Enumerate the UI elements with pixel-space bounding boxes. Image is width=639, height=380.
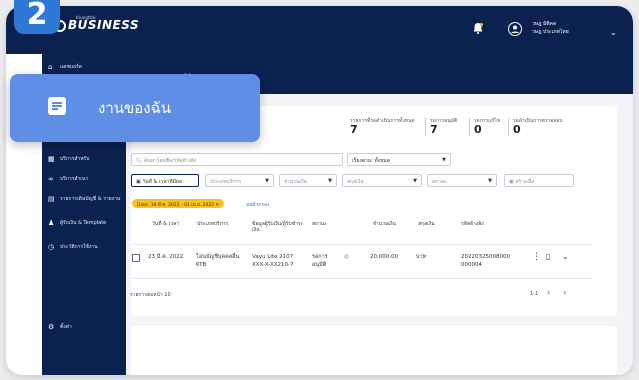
- secondary-card: [131, 326, 617, 375]
- cell-payee: Vayu Lite 2107 XXX-X-XX210-7: [252, 254, 294, 268]
- account-name: วษฎ มิติคด: [532, 21, 557, 27]
- app-window: Krungthai BUSINESS วษฎ มิติคด วษฎ ประเภท…: [6, 6, 633, 375]
- document-icon: ▤: [48, 195, 55, 203]
- sidebar-item-payees[interactable]: ♟ ผู้รับเงิน & Template: [48, 220, 124, 227]
- sidebar-item-label: บริการสำหรับ: [60, 156, 90, 162]
- active-filter-tag[interactable]: Date: 19 มี.ค. 2022 - 01 เม.ย. 2022 ✕: [132, 199, 225, 208]
- info-icon[interactable]: ◎: [344, 253, 349, 261]
- sidebar-item-label: บริการสำเนา: [60, 176, 89, 182]
- sidebar-item-services[interactable]: ▦ บริการสำหรับ: [48, 156, 124, 163]
- sidebar-item-label: แดชบอร์ด: [60, 64, 82, 70]
- clear-filters-link[interactable]: ลบตัวกรอง: [246, 201, 269, 209]
- service-filter[interactable]: ประเภทบริการ ▼: [205, 174, 274, 187]
- search-icon: 🔍︎: [136, 158, 144, 164]
- logo-text: BUSINESS: [68, 18, 140, 32]
- sidebar-item-history[interactable]: ◷ ประวัติการใช้งาน: [48, 244, 124, 251]
- notification-bell-icon[interactable]: [472, 22, 484, 34]
- account-icon[interactable]: [508, 22, 522, 36]
- date-filter[interactable]: ▣ วันที่ & เวลาที่มีผล: [131, 174, 199, 187]
- sidebar-item-label: ตั้งค่า: [60, 324, 72, 330]
- chevron-down-icon: ▼: [413, 178, 417, 184]
- cell-currency: บาท: [416, 254, 427, 260]
- created-filter[interactable]: ▣ สร้างเมื่อ: [504, 174, 574, 187]
- summary-total: รายการที่รอดำเนินการทั้งหมด 7: [350, 118, 415, 136]
- grid-icon: ▦: [48, 155, 55, 163]
- column-header-payee[interactable]: ข้อมูลผู้รับเงิน/ผู้รับชำระเงิน: [252, 221, 307, 233]
- divider: [469, 118, 470, 136]
- cell-reference: 20220325008000000004: [461, 254, 510, 268]
- summary-approval: รอการอนุมัติ 7: [430, 118, 458, 136]
- users-icon: ♟: [48, 219, 55, 227]
- column-header-reference[interactable]: รหัสอ้างอิง: [461, 221, 506, 227]
- divider: [425, 118, 426, 136]
- chevron-down-icon: ▼: [328, 178, 332, 184]
- account-info[interactable]: วษฎ มิติคด วษฎ ประเภทไทย: [532, 20, 569, 36]
- rows-per-page[interactable]: รายการต่อหน้า 10: [130, 291, 171, 299]
- column-header-status[interactable]: สถานะ: [312, 221, 340, 227]
- account-subtitle: วษฎ ประเภทไทย: [532, 29, 569, 35]
- chevron-left-icon[interactable]: ‹: [547, 288, 550, 297]
- sidebar-item-settings[interactable]: ⚙ ตั้งค่า: [48, 324, 124, 331]
- chevron-down-icon: ▼: [442, 157, 446, 163]
- column-header-service[interactable]: ประเภทบริการ: [197, 221, 241, 227]
- clock-icon: ◷: [48, 243, 55, 251]
- page-range: 1-1: [530, 291, 539, 297]
- close-icon[interactable]: ✕: [216, 203, 220, 208]
- cell-date: 23 มี.ค. 2022: [148, 254, 184, 260]
- bookmark-icon[interactable]: ▯: [546, 253, 550, 261]
- currency-filter[interactable]: สกุลเงิน ▼: [342, 174, 422, 187]
- summary-edit: รอการแก้ไข 0: [474, 118, 501, 136]
- sidebar-item-dashboard[interactable]: ⌂ แดชบอร์ด: [48, 64, 124, 71]
- top-bar: Krungthai BUSINESS วษฎ มิติคด วษฎ ประเภท…: [6, 6, 633, 54]
- sidebar-item-label: ผู้รับเงิน & Template: [60, 220, 107, 226]
- chevron-down-icon[interactable]: ⌄: [562, 253, 569, 261]
- search-input[interactable]: 🔍︎ ค้นหาโดยชื่อ/รหัสอ้างอิง: [131, 153, 343, 166]
- status-filter[interactable]: สถานะ ▼: [427, 174, 497, 187]
- column-header-currency[interactable]: สกุลเงิน: [418, 221, 448, 227]
- divider: [508, 118, 509, 136]
- more-options-icon[interactable]: ⋮: [532, 253, 541, 262]
- home-icon: ⌂: [48, 63, 53, 71]
- callout-label: งานของฉัน: [98, 99, 172, 117]
- divider: [132, 278, 592, 279]
- menu-highlight-my-tasks[interactable]: งานของฉัน: [10, 74, 260, 142]
- chevron-down-icon: ▼: [488, 178, 492, 184]
- task-list-icon: [48, 97, 66, 115]
- settings-icon: ⚙: [48, 323, 55, 331]
- column-header-date[interactable]: วันที่ & เวลา: [152, 221, 182, 227]
- link-icon: ∞: [48, 175, 54, 183]
- sidebar-item-label: ประวัติการใช้งาน: [60, 244, 98, 250]
- row-checkbox[interactable]: [132, 254, 140, 262]
- cell-status: รอการอนุมัติ: [312, 254, 328, 268]
- chevron-right-icon[interactable]: ›: [563, 288, 566, 297]
- chevron-down-icon[interactable]: ⌄: [610, 28, 617, 37]
- sidebar-item-label: รายการเดินบัญชี & รายงาน: [60, 196, 121, 202]
- column-header-amount[interactable]: จำนวนเงิน: [373, 221, 405, 227]
- divider: [132, 244, 592, 245]
- cell-amount: 20,000.00: [370, 254, 398, 260]
- sidebar-item-statements[interactable]: ▤ รายการเดินบัญชี & รายงาน: [48, 196, 124, 203]
- amount-filter[interactable]: จำนวนเงิน ▼: [279, 174, 337, 187]
- cell-service: โอนบัญชีบุคคลอื่น KTB: [196, 254, 240, 268]
- chevron-down-icon: ▼: [265, 178, 269, 184]
- summary-review: รอดำเนินการตรวจสอบ 0: [513, 118, 563, 136]
- step-number-badge: 2: [14, 0, 60, 34]
- sidebar-item-cards[interactable]: ∞ บริการสำเนา: [48, 176, 124, 183]
- sort-select[interactable]: เรียงตาม: ทั้งหมด ▼: [347, 153, 451, 166]
